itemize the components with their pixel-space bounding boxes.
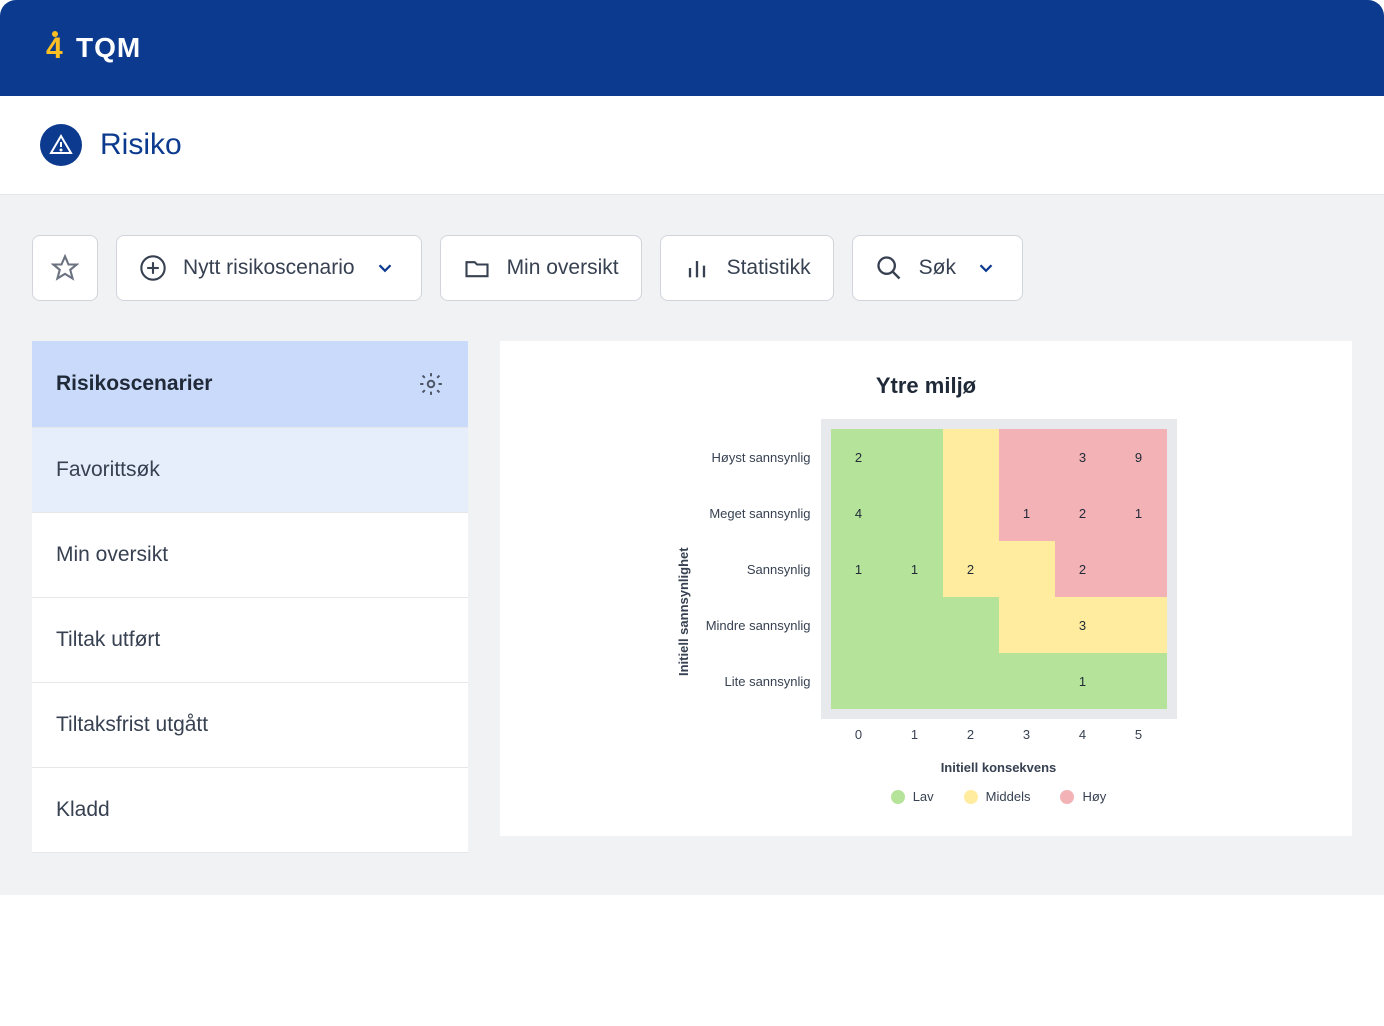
matrix-cell[interactable]	[943, 597, 999, 653]
favorite-button[interactable]	[32, 235, 98, 301]
matrix-cell[interactable]	[1111, 597, 1167, 653]
x-tick: 0	[831, 719, 887, 742]
matrix-cell[interactable]	[943, 485, 999, 541]
sidebar-item[interactable]: Risikoscenarier	[32, 341, 468, 428]
page-header: Risiko	[0, 96, 1384, 195]
chevron-down-icon	[371, 254, 399, 282]
sidebar-item[interactable]: Min oversikt	[32, 513, 468, 598]
sidebar: Risikoscenarier Favorittsøk Min oversikt Ti…	[32, 341, 468, 853]
my-overview-button[interactable]: Min oversikt	[440, 235, 642, 301]
x-tick: 3	[999, 719, 1055, 742]
logo-icon: 4	[40, 30, 70, 66]
matrix-cell[interactable]	[943, 653, 999, 709]
matrix-cell[interactable]	[999, 429, 1055, 485]
matrix-cell[interactable]: 3	[1055, 429, 1111, 485]
matrix-cell[interactable]: 2	[1055, 541, 1111, 597]
chart-legend: Lav Middels Høy	[821, 789, 1177, 804]
star-icon	[51, 254, 79, 282]
legend-label: Middels	[986, 789, 1031, 804]
legend-label: Lav	[913, 789, 934, 804]
logo: 4 TQM	[40, 30, 141, 66]
matrix-cell[interactable]: 4	[831, 485, 887, 541]
sidebar-item[interactable]: Favorittsøk	[32, 428, 468, 513]
new-scenario-button[interactable]: Nytt risikoscenario	[116, 235, 422, 301]
sidebar-item[interactable]: Tiltak utført	[32, 598, 468, 683]
matrix-cell[interactable]	[831, 653, 887, 709]
matrix-cell[interactable]: 1	[1055, 653, 1111, 709]
search-label: Søk	[919, 256, 956, 280]
matrix-cell[interactable]	[999, 597, 1055, 653]
matrix-cell[interactable]	[1111, 653, 1167, 709]
gear-icon[interactable]	[418, 371, 444, 397]
sidebar-item-label: Min oversikt	[56, 543, 168, 567]
matrix-cell[interactable]	[887, 485, 943, 541]
matrix-row-label: Sannsynlig	[701, 541, 821, 597]
chart-panel: Ytre miljø Initiell sannsynlighet Høyst …	[500, 341, 1352, 836]
sidebar-item-label: Kladd	[56, 798, 110, 822]
matrix-cell[interactable]: 1	[887, 541, 943, 597]
logo-text: TQM	[76, 32, 141, 64]
legend-item: Lav	[891, 789, 934, 804]
matrix-cell[interactable]: 1	[831, 541, 887, 597]
matrix-row-label: Meget sannsynlig	[701, 485, 821, 541]
chart-y-label: Initiell sannsynlighet	[676, 419, 691, 804]
matrix-cell[interactable]: 2	[831, 429, 887, 485]
x-tick: 1	[887, 719, 943, 742]
page-title: Risiko	[100, 128, 182, 162]
matrix-cell[interactable]	[887, 597, 943, 653]
plus-circle-icon	[139, 254, 167, 282]
sidebar-item[interactable]: Kladd	[32, 768, 468, 853]
legend-swatch	[891, 790, 905, 804]
search-icon	[875, 254, 903, 282]
statistics-label: Statistikk	[727, 256, 811, 280]
sidebar-item[interactable]: Tiltaksfrist utgått	[32, 683, 468, 768]
chart-x-label: Initiell konsekvens	[821, 760, 1177, 775]
matrix-cell[interactable]: 2	[943, 541, 999, 597]
matrix-cell[interactable]: 1	[1111, 485, 1167, 541]
my-overview-label: Min oversikt	[507, 256, 619, 280]
legend-swatch	[1060, 790, 1074, 804]
matrix-cell[interactable]: 1	[999, 485, 1055, 541]
risk-matrix: 2394121112231	[821, 419, 1177, 719]
matrix-cell[interactable]	[943, 429, 999, 485]
bar-chart-icon	[683, 254, 711, 282]
x-tick: 4	[1055, 719, 1111, 742]
statistics-button[interactable]: Statistikk	[660, 235, 834, 301]
new-scenario-label: Nytt risikoscenario	[183, 256, 355, 280]
toolbar: Nytt risikoscenario Min oversikt Statist…	[32, 235, 1352, 301]
sidebar-item-label: Favorittsøk	[56, 458, 160, 482]
matrix-cell[interactable]	[999, 541, 1055, 597]
sidebar-item-label: Tiltaksfrist utgått	[56, 713, 208, 737]
matrix-row-label: Høyst sannsynlig	[701, 429, 821, 485]
legend-item: Middels	[964, 789, 1031, 804]
x-tick: 2	[943, 719, 999, 742]
risk-icon	[40, 124, 82, 166]
top-bar: 4 TQM	[0, 0, 1384, 96]
search-button[interactable]: Søk	[852, 235, 1023, 301]
matrix-cell[interactable]: 2	[1055, 485, 1111, 541]
matrix-cell[interactable]: 3	[1055, 597, 1111, 653]
matrix-cell[interactable]	[887, 429, 943, 485]
matrix-row-label: Lite sannsynlig	[701, 653, 821, 709]
matrix-cell[interactable]	[831, 597, 887, 653]
legend-label: Høy	[1082, 789, 1106, 804]
sidebar-item-label: Risikoscenarier	[56, 372, 212, 396]
chart-title: Ytre miljø	[540, 373, 1312, 399]
legend-swatch	[964, 790, 978, 804]
legend-item: Høy	[1060, 789, 1106, 804]
chevron-down-icon	[972, 254, 1000, 282]
matrix-cell[interactable]	[1111, 541, 1167, 597]
folder-icon	[463, 254, 491, 282]
sidebar-item-label: Tiltak utført	[56, 628, 160, 652]
matrix-cell[interactable]: 9	[1111, 429, 1167, 485]
matrix-cell[interactable]	[999, 653, 1055, 709]
x-tick: 5	[1111, 719, 1167, 742]
matrix-row-label: Mindre sannsynlig	[701, 597, 821, 653]
matrix-cell[interactable]	[887, 653, 943, 709]
